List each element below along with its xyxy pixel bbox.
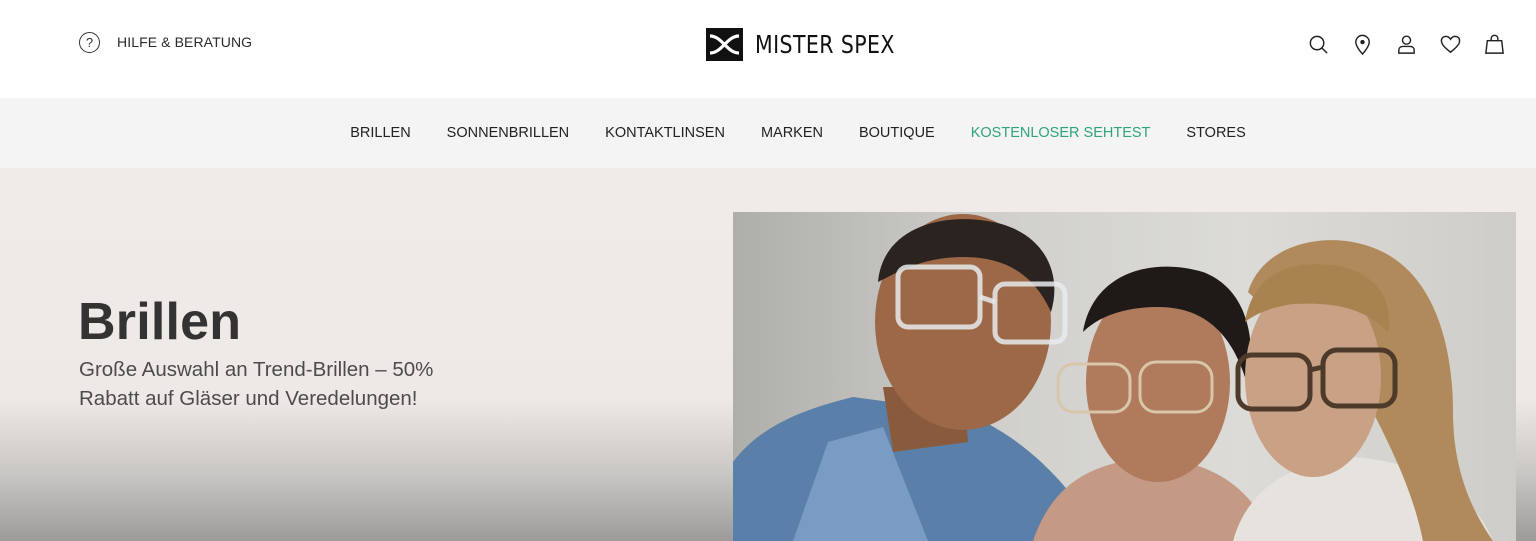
logo-mark-icon [706, 27, 743, 61]
user-icon[interactable] [1395, 33, 1418, 56]
hero-subtitle-line-2: Rabatt auf Gläser und Veredelungen! [79, 387, 418, 410]
main-navigation: BRILLEN SONNENBRILLEN KONTAKTLINSEN MARK… [0, 98, 1536, 168]
search-icon[interactable] [1307, 33, 1330, 56]
nav-item-brillen[interactable]: BRILLEN [350, 125, 410, 141]
top-header: ? HILFE & BERATUNG MISTER SPEX [0, 0, 1536, 98]
nav-item-sonnenbrillen[interactable]: SONNENBRILLEN [447, 125, 569, 141]
question-circle-icon: ? [79, 31, 100, 53]
nav-item-marken[interactable]: MARKEN [761, 125, 823, 141]
nav-item-boutique[interactable]: BOUTIQUE [859, 125, 935, 141]
location-pin-icon[interactable] [1351, 33, 1374, 56]
page-title: Brillen [78, 293, 242, 351]
nav-item-stores[interactable]: STORES [1186, 125, 1245, 141]
nav-item-kontaktlinsen[interactable]: KONTAKTLINSEN [605, 125, 725, 141]
header-icons [1307, 30, 1506, 58]
help-link[interactable]: ? HILFE & BERATUNG [79, 30, 252, 54]
hero-subtitle: Große Auswahl an Trend-Brillen – 50% Rab… [79, 355, 499, 413]
logo-text: MISTER SPEX [755, 29, 895, 59]
hero-banner: Brillen Große Auswahl an Trend-Brillen –… [0, 168, 1536, 541]
help-label: HILFE & BERATUNG [117, 34, 253, 50]
hero-photo-people-glasses [733, 214, 1493, 541]
brand-logo[interactable]: MISTER SPEX [706, 26, 926, 62]
hero-subtitle-line-1: Große Auswahl an Trend-Brillen – 50% [79, 358, 434, 381]
shopping-bag-icon[interactable] [1483, 33, 1506, 56]
nav-item-kostenloser-sehtest[interactable]: KOSTENLOSER SEHTEST [971, 125, 1151, 141]
nav-list: BRILLEN SONNENBRILLEN KONTAKTLINSEN MARK… [350, 125, 1246, 141]
hero-image [733, 212, 1516, 541]
heart-icon[interactable] [1439, 33, 1462, 56]
